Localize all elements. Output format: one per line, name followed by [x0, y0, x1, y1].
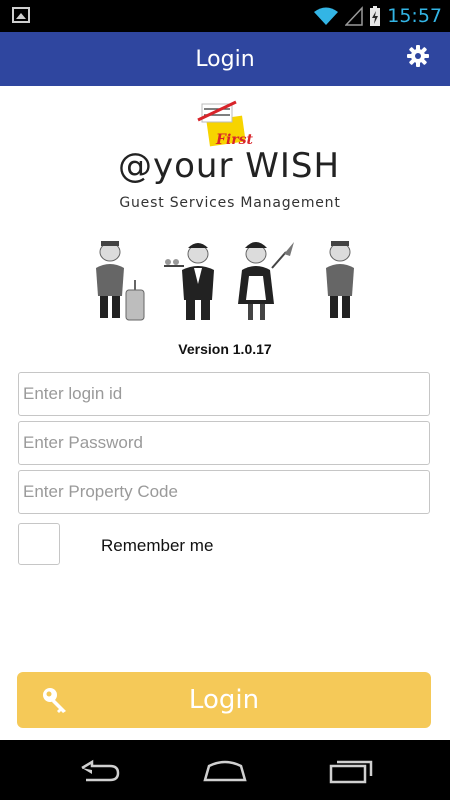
brand-tagline: Guest Services Management	[119, 195, 341, 211]
recent-apps-icon[interactable]	[327, 754, 375, 786]
logo-badge: First	[197, 100, 254, 148]
login-id-input[interactable]	[19, 373, 429, 415]
login-id-field	[18, 372, 430, 416]
gallery-notification-icon	[12, 7, 30, 23]
staff-illustration	[96, 241, 354, 321]
brand-title: @your WISH	[117, 146, 341, 186]
app-bar: Login	[0, 32, 450, 86]
signal-icon	[345, 6, 363, 26]
password-field	[18, 421, 430, 465]
login-button-label: Login	[188, 685, 260, 715]
battery-charging-icon	[370, 6, 381, 26]
maid-figure	[238, 242, 294, 320]
home-icon[interactable]	[201, 754, 249, 786]
login-button[interactable]: Login	[17, 672, 431, 728]
property-code-field	[18, 470, 430, 514]
property-code-input[interactable]	[19, 471, 429, 513]
wifi-icon	[314, 7, 339, 25]
page-title: Login	[195, 47, 255, 72]
password-input[interactable]	[19, 422, 429, 464]
remember-me-label: Remember me	[101, 536, 214, 555]
gear-icon[interactable]	[406, 44, 430, 68]
remember-me-checkbox[interactable]	[18, 523, 60, 565]
app-version: Version 1.0.17	[178, 341, 272, 357]
status-bar: 15:57	[0, 0, 450, 32]
doorman-figure	[326, 241, 354, 318]
back-icon[interactable]	[76, 754, 124, 786]
status-indicators: 15:57	[313, 0, 442, 32]
nav-bar	[0, 740, 450, 800]
status-time: 15:57	[387, 5, 442, 27]
waiter-figure	[164, 243, 214, 320]
bellhop-figure	[96, 241, 145, 321]
